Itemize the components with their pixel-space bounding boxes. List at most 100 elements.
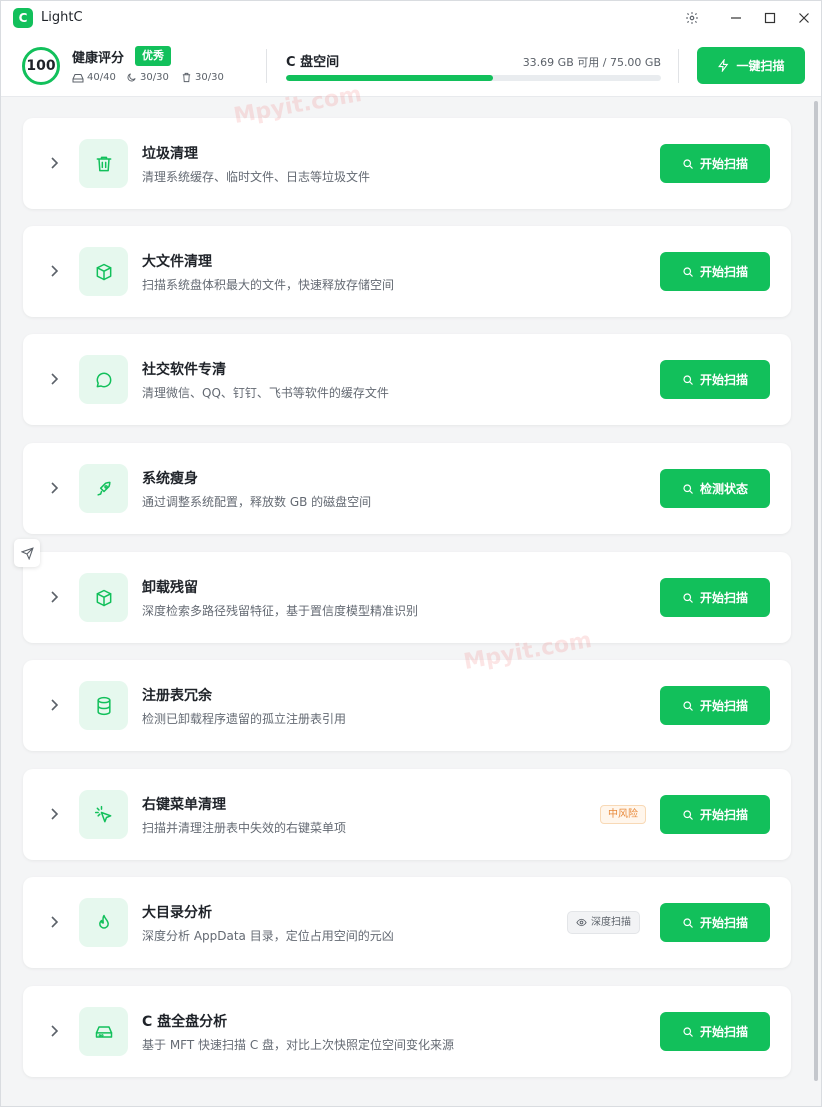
tool-card[interactable]: 注册表冗余 检测已卸载程序遗留的孤立注册表引用 开始扫描 [23,660,791,751]
start-scan-label: 开始扫描 [699,265,748,279]
expand-chevron-icon[interactable] [47,806,61,822]
tool-description: 通过调整系统配置，释放数 GB 的磁盘空间 [142,495,372,509]
search-icon [683,592,693,603]
start-scan-label: 开始扫描 [699,808,748,822]
tool-title: 大文件清理 [142,254,212,270]
eye-icon [576,918,587,927]
start-scan-button[interactable]: 开始扫描 [660,795,770,834]
flame-icon [98,914,109,929]
start-scan-button[interactable]: 开始扫描 [660,360,770,399]
tool-card[interactable]: C 盘全盘分析 基于 MFT 快速扫描 C 盘，对比上次快照定位空间变化来源 开… [23,986,791,1077]
risk-badge: 中风险 [600,805,646,824]
disk-info: 33.69 GB 可用 / 75.00 GB [522,56,661,69]
tool-icon-box [79,464,128,513]
hard-drive-icon [95,1025,112,1038]
start-scan-button[interactable]: 开始扫描 [660,252,770,291]
stat-moon: 30/30 [126,72,169,83]
health-score-ring: 100 [22,47,60,85]
tool-description: 扫描并清理注册表中失效的右键菜单项 [142,821,347,835]
health-label: 健康评分 [72,51,125,66]
database-icon [96,696,111,715]
tool-icon-box [79,681,128,730]
moon-icon [127,73,136,82]
start-scan-button[interactable]: 检测状态 [660,469,770,508]
stat-trash-value: 30/30 [195,72,224,83]
tool-title: 系统瘦身 [142,471,198,487]
disk-usage-fill [286,75,493,81]
search-icon [683,483,693,494]
tool-title: 大目录分析 [142,905,212,921]
expand-chevron-icon[interactable] [47,155,61,171]
settings-gear-icon[interactable] [681,7,703,29]
expand-chevron-icon[interactable] [47,1023,61,1039]
chat-icon [96,372,111,387]
tool-card[interactable]: 右键菜单清理 扫描并清理注册表中失效的右键菜单项 中风险 开始扫描 [23,769,791,860]
tool-description: 深度检索多路径残留特征，基于置信度模型精准识别 [142,604,419,618]
maximize-icon[interactable] [759,7,781,29]
trash-icon [96,156,111,171]
disk-icon [72,73,84,82]
app-logo: C [13,8,33,28]
start-scan-label: 开始扫描 [699,591,748,605]
stat-disk: 40/40 [72,72,116,83]
tool-description: 清理微信、QQ、钉钉、飞书等软件的缓存文件 [142,386,389,400]
tool-description: 检测已卸载程序遗留的孤立注册表引用 [142,712,347,726]
start-scan-button[interactable]: 开始扫描 [660,144,770,183]
expand-chevron-icon[interactable] [47,589,61,605]
start-scan-label: 开始扫描 [699,157,748,171]
start-scan-button[interactable]: 开始扫描 [660,903,770,942]
expand-chevron-icon[interactable] [47,371,61,387]
close-icon[interactable] [793,7,815,29]
tool-icon-box [79,139,128,188]
start-scan-label: 开始扫描 [699,916,748,930]
tool-title: 右键菜单清理 [142,797,226,813]
deep-scan-label: 深度扫描 [591,917,631,928]
oneclick-scan-button[interactable]: 一键扫描 [697,47,805,84]
start-scan-button[interactable]: 开始扫描 [660,1012,770,1051]
start-scan-button[interactable]: 开始扫描 [660,686,770,725]
stat-trash: 30/30 [181,72,224,83]
expand-chevron-icon[interactable] [47,263,61,279]
tool-card[interactable]: 大文件清理 扫描系统盘体积最大的文件，快速释放存储空间 开始扫描 [23,226,791,317]
header-divider-2 [678,49,679,83]
search-icon [683,1026,693,1037]
expand-chevron-icon[interactable] [47,697,61,713]
tool-icon-box [79,898,128,947]
expand-chevron-icon[interactable] [47,914,61,930]
tool-title: 社交软件专清 [142,362,226,378]
package-icon [96,589,111,606]
search-icon [683,809,693,820]
file-box-icon [96,263,111,280]
title-bar: C LightC [1,1,821,35]
tool-icon-box [79,355,128,404]
disk-title: C 盘空间 [286,55,340,70]
tool-card[interactable]: 系统瘦身 通过调整系统配置，释放数 GB 的磁盘空间 检测状态 [23,443,791,534]
app-title: LightC [41,10,83,25]
lightning-icon [718,59,729,72]
send-feedback-icon[interactable] [14,539,40,567]
tool-title: 注册表冗余 [142,688,212,704]
expand-chevron-icon[interactable] [47,480,61,496]
tool-title: 垃圾清理 [142,146,198,162]
start-scan-label: 开始扫描 [699,1025,748,1039]
tool-title: 卸载残留 [142,580,198,596]
tool-icon-box [79,573,128,622]
search-icon [683,374,693,385]
tool-card[interactable]: 社交软件专清 清理微信、QQ、钉钉、飞书等软件的缓存文件 开始扫描 [23,334,791,425]
tool-icon-box [79,790,128,839]
scrollbar-thumb[interactable] [814,101,818,1081]
tool-description: 扫描系统盘体积最大的文件，快速释放存储空间 [142,278,395,292]
deep-scan-badge: 深度扫描 [567,911,640,934]
minimize-icon[interactable] [725,7,747,29]
start-scan-button[interactable]: 开始扫描 [660,578,770,617]
tool-card[interactable]: 卸载残留 深度检索多路径残留特征，基于置信度模型精准识别 开始扫描 [23,552,791,643]
search-icon [683,917,693,928]
tool-description: 清理系统缓存、临时文件、日志等垃圾文件 [142,170,371,184]
tool-card[interactable]: 大目录分析 深度分析 AppData 目录，定位占用空间的元凶 深度扫描 开始扫… [23,877,791,968]
tool-title: C 盘全盘分析 [142,1014,228,1030]
oneclick-scan-label: 一键扫描 [736,59,785,73]
tool-card[interactable]: 垃圾清理 清理系统缓存、临时文件、日志等垃圾文件 开始扫描 [23,118,791,209]
app-logo-glyph: C [18,11,28,25]
start-scan-label: 开始扫描 [699,373,748,387]
rocket-icon [96,481,111,496]
